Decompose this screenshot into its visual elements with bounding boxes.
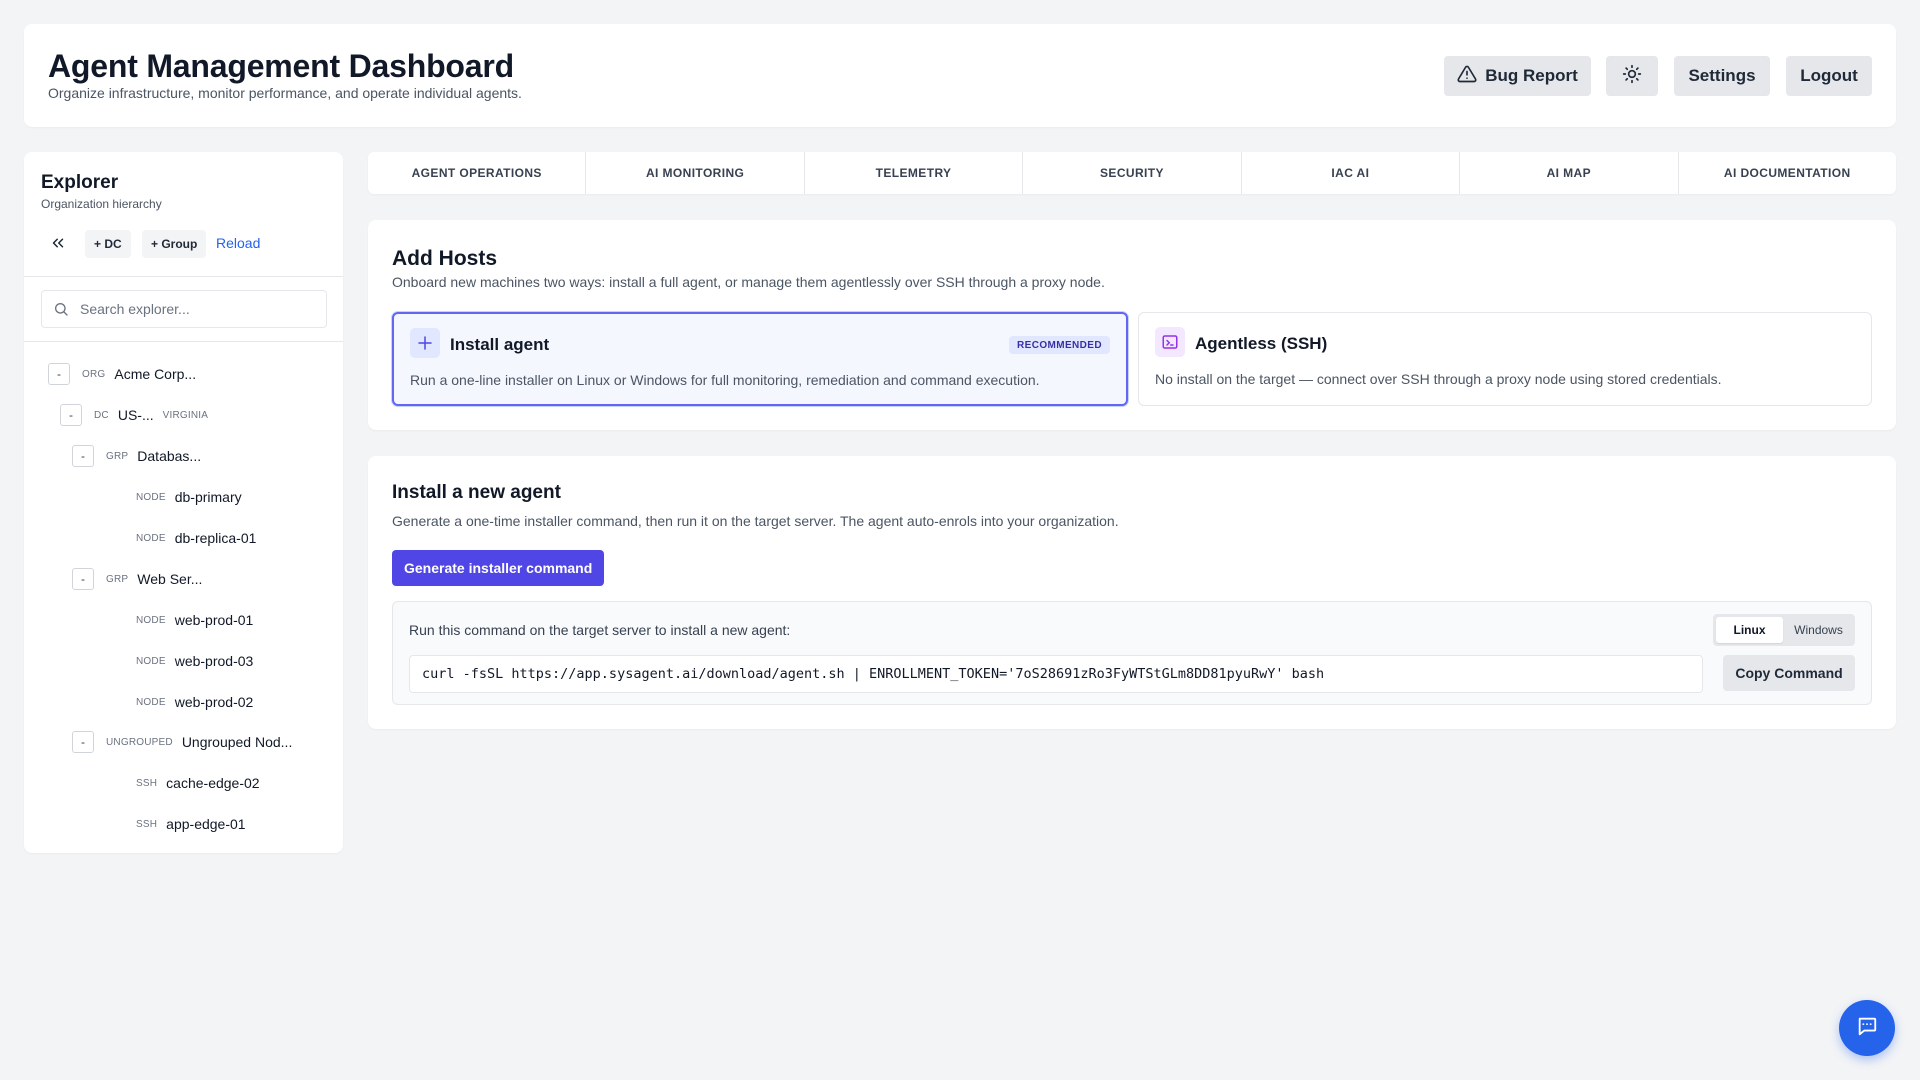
agentless-ssh-title: Agentless (SSH): [1195, 334, 1328, 353]
os-option-linux[interactable]: Linux: [1716, 617, 1783, 643]
tree-item-node[interactable]: NODE web-prod-01: [136, 608, 253, 632]
tab-security[interactable]: SECURITY: [1023, 152, 1242, 194]
add-hosts-title: Add Hosts: [392, 247, 497, 270]
tree-collapse-toggle[interactable]: -: [72, 445, 94, 467]
logout-button[interactable]: Logout: [1786, 56, 1872, 96]
os-option-windows[interactable]: Windows: [1785, 617, 1852, 643]
collapse-sidebar-button[interactable]: [46, 233, 70, 257]
add-hosts-card: Add Hosts Onboard new machines two ways:…: [368, 220, 1896, 430]
plus-icon: [410, 328, 440, 358]
sun-icon: [1622, 64, 1642, 89]
tree-item-node[interactable]: NODE web-prod-03: [136, 649, 253, 673]
tab-iac-ai[interactable]: IAC AI: [1242, 152, 1461, 194]
tab-agent-operations[interactable]: AGENT OPERATIONS: [368, 152, 587, 194]
install-agent-description: Run a one-line installer on Linux or Win…: [410, 372, 1040, 388]
page-subtitle: Organize infrastructure, monitor perform…: [48, 85, 522, 101]
tree-item-type: NODE: [136, 614, 166, 626]
reload-link[interactable]: Reload: [216, 235, 260, 251]
tab-ai-monitoring[interactable]: AI MONITORING: [586, 152, 805, 194]
tree-item-type: SSH: [136, 818, 158, 830]
tree-item-node[interactable]: NODE web-prod-02: [136, 690, 253, 714]
command-panel: Run this command on the target server to…: [392, 601, 1872, 705]
tree-collapse-toggle[interactable]: -: [72, 731, 94, 753]
command-label: Run this command on the target server to…: [409, 622, 791, 638]
tree-item-label: app-edge-01: [166, 816, 246, 832]
tree-item-type: GRP: [106, 573, 129, 585]
tree-item-grp[interactable]: - GRP Web Ser...: [72, 567, 202, 591]
explorer-sidebar: Explorer Organization hierarchy + DC + G…: [24, 152, 343, 853]
generate-installer-button[interactable]: Generate installer command: [392, 550, 605, 586]
tree-item-meta: VIRGINIA: [162, 409, 209, 421]
tree-item-ssh[interactable]: SSH cache-edge-02: [136, 771, 260, 795]
tree-item-label: web-prod-03: [174, 653, 254, 669]
tree-item-node[interactable]: NODE db-primary: [136, 485, 242, 509]
tree-item-label: web-prod-01: [174, 612, 254, 628]
copy-command-button[interactable]: Copy Command: [1723, 655, 1855, 691]
tree-item-grp[interactable]: - GRP Databas...: [72, 444, 201, 468]
divider: [24, 341, 343, 342]
explorer-subtitle: Organization hierarchy: [41, 197, 162, 211]
install-agent-card: Install a new agent Generate a one-time …: [368, 456, 1896, 729]
install-agent-option[interactable]: Install agent RECOMMENDED Run a one-line…: [392, 312, 1128, 406]
tree-item-ungrouped[interactable]: - UNGROUPED Ungrouped Nod...: [72, 730, 292, 754]
tree-item-label: db-primary: [174, 489, 242, 505]
tree-item-ssh[interactable]: SSH app-edge-01: [136, 812, 246, 836]
tree-item-type: NODE: [136, 696, 166, 708]
settings-button[interactable]: Settings: [1674, 56, 1770, 96]
search-placeholder: Search explorer...: [80, 301, 190, 317]
tree-item-type: NODE: [136, 532, 166, 544]
warning-triangle-icon: [1457, 64, 1477, 89]
tree-item-label: db-replica-01: [174, 530, 257, 546]
tree-item-label: cache-edge-02: [166, 775, 260, 791]
chevrons-left-icon: [49, 234, 67, 257]
search-icon: [53, 301, 69, 317]
agentless-ssh-option[interactable]: Agentless (SSH) No install on the target…: [1138, 312, 1872, 406]
chat-button[interactable]: [1839, 1000, 1895, 1056]
tree-item-node[interactable]: NODE db-replica-01: [136, 526, 256, 550]
tree-item-type: NODE: [136, 491, 166, 503]
tree-item-label: Databas...: [137, 448, 202, 464]
add-dc-button[interactable]: + DC: [85, 230, 131, 258]
tree-item-label: web-prod-02: [174, 694, 254, 710]
installer-command-text[interactable]: curl -fsSL https://app.sysagent.ai/downl…: [409, 655, 1703, 693]
tree-item-type: NODE: [136, 655, 166, 667]
tree-item-label: Ungrouped Nod...: [181, 734, 293, 750]
tab-telemetry[interactable]: TELEMETRY: [805, 152, 1024, 194]
tree-item-type: SSH: [136, 777, 158, 789]
tree-item-dc[interactable]: - DC US-... VIRGINIA: [60, 403, 208, 427]
divider: [24, 276, 343, 277]
add-hosts-description: Onboard new machines two ways: install a…: [392, 274, 1105, 290]
tree-item-type: GRP: [106, 450, 129, 462]
page-title: Agent Management Dashboard: [48, 48, 514, 84]
tree-item-org[interactable]: - ORG Acme Corp...: [48, 362, 196, 386]
tab-ai-documentation[interactable]: AI DOCUMENTATION: [1679, 152, 1896, 194]
theme-toggle-button[interactable]: [1606, 56, 1658, 96]
explorer-title: Explorer: [41, 172, 119, 193]
tree-collapse-toggle[interactable]: -: [72, 568, 94, 590]
tree-collapse-toggle[interactable]: -: [48, 363, 70, 385]
install-title: Install a new agent: [392, 482, 561, 503]
app-header: Agent Management Dashboard Organize infr…: [24, 24, 1896, 127]
tree-item-type: UNGROUPED: [106, 736, 173, 748]
tree-item-label: US-...: [117, 407, 154, 423]
bug-report-button[interactable]: Bug Report: [1444, 56, 1591, 96]
tab-ai-map[interactable]: AI MAP: [1460, 152, 1679, 194]
tree-item-label: Web Ser...: [137, 571, 203, 587]
tree-item-type: DC: [94, 409, 109, 421]
recommended-badge: RECOMMENDED: [1009, 336, 1110, 354]
tree-item-type: ORG: [82, 368, 106, 380]
terminal-icon: [1155, 327, 1185, 357]
agentless-ssh-description: No install on the target — connect over …: [1155, 371, 1722, 387]
chat-icon: [1856, 1015, 1878, 1042]
add-group-button[interactable]: + Group: [142, 230, 207, 258]
tree-collapse-toggle[interactable]: -: [60, 404, 82, 426]
search-input[interactable]: Search explorer...: [41, 290, 327, 328]
main-tabs: AGENT OPERATIONS AI MONITORING TELEMETRY SE…: [368, 152, 1896, 194]
install-description: Generate a one-time installer command, t…: [392, 513, 1119, 529]
bug-report-label: Bug Report: [1485, 66, 1578, 85]
install-agent-title: Install agent: [450, 335, 550, 354]
os-toggle: Linux Windows: [1713, 614, 1855, 646]
tree-item-label: Acme Corp...: [114, 366, 197, 382]
